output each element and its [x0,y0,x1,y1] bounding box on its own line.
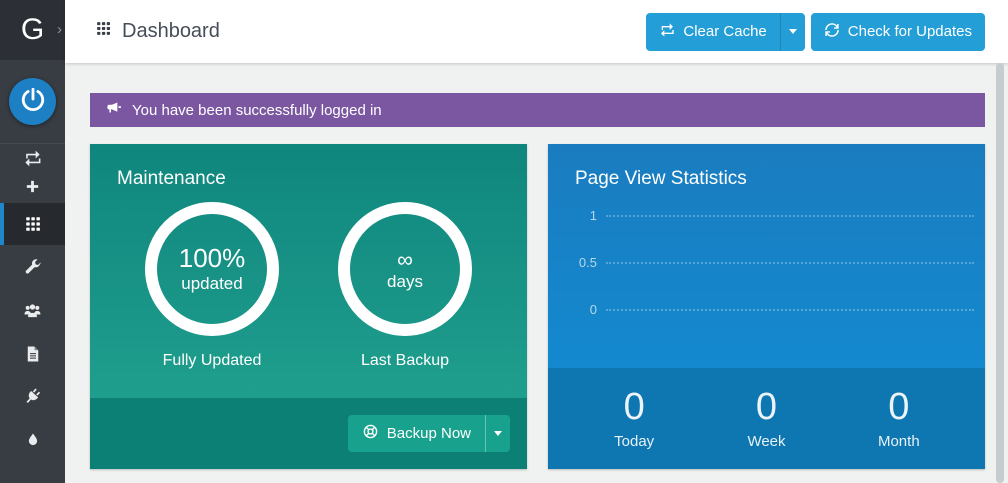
y-axis-tick: 0 [548,302,606,317]
dashboard-cards: Maintenance 100% updated Fully Updated [90,144,985,469]
backup-now-button[interactable]: Backup Now [348,415,485,452]
backup-label: Last Backup [361,352,449,370]
success-notification: You have been successfully logged in [90,93,985,127]
caret-down-icon [494,431,502,440]
month-value: 0 [833,388,965,426]
sidebar-item-clear-cache[interactable] [0,144,65,172]
file-icon [24,345,42,363]
month-label: Month [833,433,965,450]
month-stat: 0 Month [833,388,965,450]
maintenance-stats: 100% updated Fully Updated ∞ days [117,202,500,370]
clear-cache-dropdown-button[interactable] [780,13,805,51]
grid-icon [95,20,112,43]
page-title-group: Dashboard [95,20,220,43]
app-window: G › [0,0,1008,483]
updated-ring: 100% updated [145,202,279,336]
y-axis-tick: 1 [548,208,606,223]
chart-gridline-row: 0 [548,286,985,333]
today-label: Today [568,433,700,450]
backup-value: ∞ [397,247,413,272]
droplet-icon [25,432,41,448]
page-views-card-footer: 0 Today 0 Week 0 Month [548,368,985,469]
content-area: You have been successfully logged in Mai… [65,63,1008,469]
maintenance-card-body: Maintenance 100% updated Fully Updated [90,144,527,398]
chart-gridline-row: 0.5 [548,239,985,286]
retweet-icon [659,22,675,42]
maintenance-card-footer: Backup Now [90,398,527,469]
sidebar-item-users[interactable] [0,289,65,332]
sidebar: G › [0,0,65,483]
gridline [606,215,974,217]
page-title: Dashboard [122,20,220,43]
caret-down-icon [789,29,797,38]
maintenance-card: Maintenance 100% updated Fully Updated [90,144,527,469]
plug-icon [23,387,42,406]
life-ring-icon [362,423,379,444]
sidebar-item-dashboard[interactable] [0,203,65,245]
chart-gridline-row: 1 [548,192,985,239]
sidebar-item-theme[interactable] [0,418,65,461]
header-actions: Clear Cache Check for Updates [646,13,985,51]
maintenance-title: Maintenance [117,168,500,190]
week-value: 0 [700,388,832,426]
backup-dropdown-button[interactable] [485,415,510,452]
week-stat: 0 Week [700,388,832,450]
app-logo[interactable]: G › [0,0,65,60]
today-value: 0 [568,388,700,426]
notification-message: You have been successfully logged in [132,102,382,119]
backup-split-button: Backup Now [348,415,510,452]
y-axis-tick: 0.5 [548,255,606,270]
page-views-title: Page View Statistics [548,168,985,190]
backup-unit: days [387,272,423,292]
today-stat: 0 Today [568,388,700,450]
power-button[interactable] [9,78,56,125]
scrollbar-thumb[interactable] [996,63,1004,483]
sidebar-item-plugins[interactable] [0,375,65,418]
plus-icon [24,178,41,195]
sidebar-item-tools[interactable] [0,246,65,289]
main-area: Dashboard Clear Cache [65,0,1008,483]
sidebar-item-pages[interactable] [0,332,65,375]
logout-block [0,60,65,144]
refresh-icon [824,22,840,42]
wrench-icon [23,258,42,277]
power-icon [20,86,46,117]
page-header: Dashboard Clear Cache [65,0,1008,63]
updated-unit: updated [181,274,242,294]
check-updates-button[interactable]: Check for Updates [811,13,985,51]
users-icon [22,300,43,321]
page-views-chart: 1 0.5 0 [548,192,985,333]
retweet-icon [23,149,42,168]
page-views-card-body: Page View Statistics 1 0.5 0 [548,144,985,368]
sidebar-item-create[interactable] [0,172,65,200]
gridline [606,262,974,264]
backup-ring: ∞ days [338,202,472,336]
clear-cache-split-button: Clear Cache [646,13,804,51]
gridline [606,309,974,311]
page-views-card: Page View Statistics 1 0.5 0 [548,144,985,469]
sidebar-nav [0,144,65,461]
updated-label: Fully Updated [163,352,262,370]
updated-value: 100% [179,244,246,274]
logo-letter: G [21,13,44,47]
bullhorn-icon [106,100,123,121]
week-label: Week [700,433,832,450]
grid-icon [24,215,42,233]
updated-stat: 100% updated Fully Updated [145,202,279,370]
backup-stat: ∞ days Last Backup [338,202,472,370]
chevron-right-icon[interactable]: › [57,22,62,37]
clear-cache-button[interactable]: Clear Cache [646,13,779,51]
